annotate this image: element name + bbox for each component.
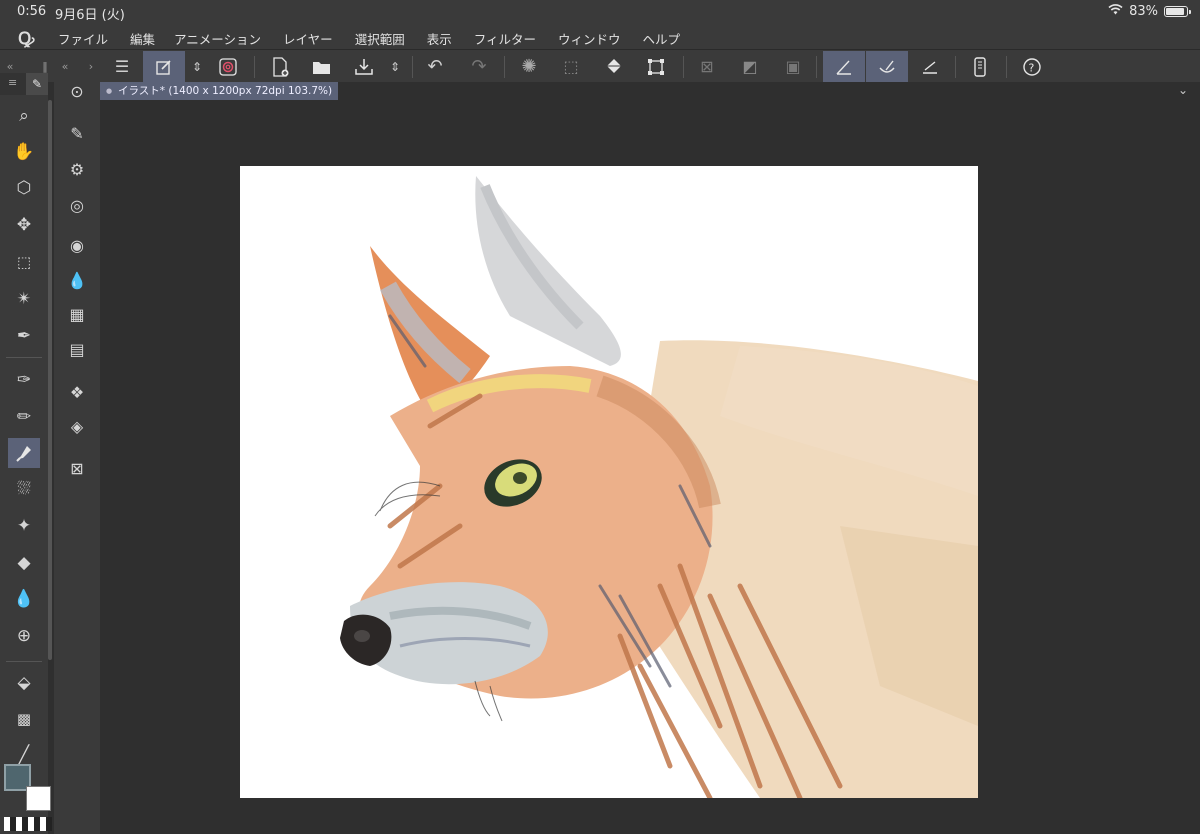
- new-canvas-icon[interactable]: [143, 51, 185, 82]
- redo-icon[interactable]: ↷: [464, 51, 494, 82]
- menu-edit[interactable]: 編集: [130, 29, 155, 48]
- grid-snap-icon[interactable]: [914, 51, 946, 82]
- hide-selection-icon[interactable]: ▣: [778, 51, 808, 82]
- menu-layer[interactable]: レイヤー: [283, 29, 333, 48]
- figure-icon[interactable]: ⊕: [8, 621, 40, 651]
- spiral-icon[interactable]: [212, 51, 244, 82]
- water-icon[interactable]: 💧: [62, 266, 92, 294]
- menu-animation[interactable]: アニメーション: [174, 29, 261, 48]
- selection-icon[interactable]: ⬚: [8, 247, 40, 277]
- command-bar: « ‖ « › ☰ ⇕ ⇕ ↶ ↷ ✺ ⬚ ⊠ ◩ ▣ ?: [0, 49, 1200, 82]
- save-icon[interactable]: [348, 51, 380, 82]
- snap-special-ruler-icon[interactable]: [866, 51, 908, 82]
- move-icon[interactable]: ✥: [8, 210, 40, 240]
- airbrush-icon[interactable]: ⛆: [8, 474, 40, 504]
- select-all-icon[interactable]: ⬚: [556, 51, 586, 82]
- snap-ruler-icon[interactable]: [823, 51, 865, 82]
- menu-help[interactable]: ヘルプ: [643, 29, 681, 48]
- status-bar: 0:56 9月6日 (火) 83%: [0, 0, 1200, 24]
- menu-view[interactable]: 表示: [427, 29, 452, 48]
- circle-icon[interactable]: ◉: [62, 231, 92, 259]
- transparent-color-swatch[interactable]: [4, 817, 52, 831]
- magic-wand-icon[interactable]: ✴: [8, 284, 40, 314]
- help-icon[interactable]: ?: [1016, 51, 1048, 82]
- navigator-icon[interactable]: ⊙: [62, 77, 92, 105]
- layer-props-icon[interactable]: ❖: [62, 378, 92, 406]
- brush-target-icon[interactable]: ◎: [62, 191, 92, 219]
- pen-tab-icon[interactable]: ✎: [26, 73, 48, 95]
- chevron-down-icon[interactable]: ⌄: [1178, 83, 1188, 97]
- menu-icon[interactable]: ☰: [106, 51, 138, 82]
- blend-icon[interactable]: 💧: [8, 584, 40, 614]
- fill-icon[interactable]: [598, 51, 630, 82]
- wifi-icon: [1108, 4, 1123, 19]
- palette-menu-icon[interactable]: ≡: [8, 76, 17, 89]
- pencil-icon[interactable]: ✏: [8, 402, 40, 432]
- pen-icon[interactable]: ✑: [8, 365, 40, 395]
- status-time: 0:56: [17, 4, 47, 19]
- sub-palette-bar: ⊙ ✎ ⚙ ◎ ◉ 💧 ▦ ▤ ❖ ◈ ⊠: [54, 73, 100, 834]
- menu-selection[interactable]: 選択範囲: [355, 29, 405, 48]
- tool-palette: ≡ ✎ ⌕ ✋ ⬡ ✥ ⬚ ✴ ✒ ✑ ✏ ⛆ ✦ ◆ 💧 ⊕ ⬙ ▩ ╱: [0, 73, 48, 834]
- gradient-icon[interactable]: ▩: [8, 704, 40, 734]
- menu-filter[interactable]: フィルター: [474, 29, 536, 48]
- zoom-icon[interactable]: ⌕: [8, 101, 40, 131]
- smartphone-icon[interactable]: [964, 51, 996, 82]
- tool-palette-header: ≡ ✎: [0, 73, 48, 95]
- document-tab[interactable]: イラスト* (1400 x 1200px 72dpi 103.7%): [100, 82, 339, 100]
- new-file-icon[interactable]: [264, 51, 296, 82]
- menu-bar: Ꝙ ファイル 編集 アニメーション レイヤー 選択範囲 表示 フィルター ウィン…: [0, 24, 1200, 49]
- transform-icon[interactable]: [641, 51, 671, 82]
- undo-icon[interactable]: ↶: [420, 51, 450, 82]
- decoration-icon[interactable]: ✦: [8, 511, 40, 541]
- grid-material-icon[interactable]: ▦: [62, 300, 92, 328]
- brush-gear-icon[interactable]: ⚙: [62, 155, 92, 183]
- brush-settings-icon[interactable]: ✎: [62, 119, 92, 147]
- hand-icon[interactable]: ✋: [8, 137, 40, 167]
- operation-icon[interactable]: ⬡: [8, 173, 40, 203]
- menu-file[interactable]: ファイル: [58, 29, 108, 48]
- menu-window[interactable]: ウィンドウ: [558, 29, 621, 48]
- document-tab-bar: イラスト* (1400 x 1200px 72dpi 103.7%) ⌄: [100, 82, 1200, 100]
- stepper-icon[interactable]: ⇕: [186, 51, 208, 82]
- svg-text:?: ?: [1029, 61, 1035, 74]
- tool-palette-scrollbar[interactable]: [48, 100, 52, 660]
- sub-color-swatch[interactable]: [26, 786, 51, 811]
- eraser-icon[interactable]: ◆: [8, 548, 40, 578]
- save-stepper-icon[interactable]: ⇕: [384, 51, 406, 82]
- close-panel-icon[interactable]: ⊠: [62, 454, 92, 482]
- battery-icon: [1164, 6, 1191, 17]
- brush-icon[interactable]: [8, 438, 40, 468]
- status-date: 9月6日 (火): [55, 8, 125, 23]
- fox-illustration: [340, 176, 978, 798]
- open-file-icon[interactable]: [306, 51, 338, 82]
- battery-percent: 83%: [1129, 4, 1158, 19]
- app-logo-icon[interactable]: Ꝙ: [18, 26, 34, 49]
- tone-icon[interactable]: ◩: [735, 51, 765, 82]
- eyedropper-icon[interactable]: ✒: [8, 321, 40, 351]
- clear-icon[interactable]: ⊠: [692, 51, 722, 82]
- fill-bucket-icon[interactable]: ⬙: [8, 668, 40, 698]
- drawing-canvas[interactable]: [240, 166, 978, 798]
- loading-icon[interactable]: ✺: [514, 51, 544, 82]
- filmstrip-icon[interactable]: ▤: [62, 335, 92, 363]
- layers-icon[interactable]: ◈: [62, 412, 92, 440]
